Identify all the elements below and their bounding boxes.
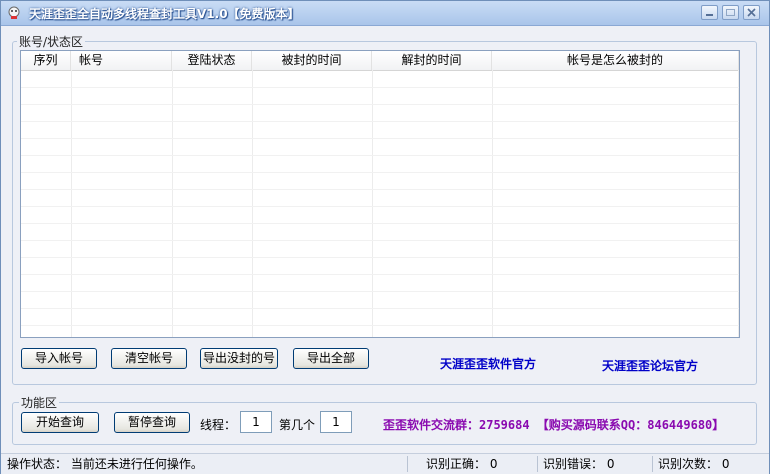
status-bar: 操作状态： 当前还未进行任何操作。 识别正确： 0 识别错误： 0 识别次数： …	[1, 453, 769, 474]
correct-count-label: 识别正确：	[426, 457, 487, 471]
account-list[interactable]: 序列 帐号 登陆状态 被封的时间 解封的时间 帐号是怎么被封的	[20, 50, 740, 338]
pause-query-button[interactable]: 暂停查询	[114, 412, 190, 433]
minimize-icon	[706, 14, 713, 16]
promo-text: 歪歪软件交流群：2759684 【购买源码联系QQ：846449680】	[383, 418, 725, 432]
grid-line	[21, 138, 739, 139]
error-count-value: 0	[606, 457, 615, 471]
grid-line	[21, 172, 739, 173]
account-group-title: 账号/状态区	[17, 33, 86, 50]
main-window: 天涯歪歪全自动多线程查封工具V1.0【免费版本】 账号/状态区 序列 帐号 登陆…	[0, 0, 770, 474]
account-list-header: 序列 帐号 登陆状态 被封的时间 解封的时间 帐号是怎么被封的	[21, 51, 739, 71]
nth-label: 第几个	[279, 418, 316, 432]
column-header-index[interactable]: 序列	[21, 51, 71, 70]
grid-line	[21, 308, 739, 309]
operation-status-label: 操作状态：	[7, 457, 68, 471]
grid-line	[21, 325, 739, 326]
official-forum-link[interactable]: 天涯歪歪论坛官方	[602, 357, 698, 374]
grid-line	[252, 70, 253, 337]
error-count-label: 识别错误：	[543, 457, 604, 471]
grid-line	[21, 240, 739, 241]
threads-input[interactable]: 1	[240, 411, 272, 433]
grid-line	[21, 189, 739, 190]
grid-line	[21, 274, 739, 275]
column-header-login-status[interactable]: 登陆状态	[172, 51, 252, 70]
operation-status: 操作状态： 当前还未进行任何操作。	[3, 456, 408, 472]
grid-line	[21, 291, 739, 292]
grid-line	[21, 155, 739, 156]
column-header-banned-time[interactable]: 被封的时间	[252, 51, 372, 70]
grid-line	[21, 104, 739, 105]
function-group-title: 功能区	[19, 394, 60, 411]
correct-count-value: 0	[489, 457, 498, 471]
grid-line	[738, 70, 739, 337]
title-bar[interactable]: 天涯歪歪全自动多线程查封工具V1.0【免费版本】	[1, 1, 769, 26]
import-accounts-button[interactable]: 导入帐号	[21, 348, 97, 369]
error-count: 识别错误： 0	[539, 456, 653, 472]
window-title: 天涯歪歪全自动多线程查封工具V1.0【免费版本】	[29, 7, 300, 21]
threads-label: 线程：	[200, 418, 237, 432]
maximize-button[interactable]	[722, 5, 739, 20]
nth-input[interactable]: 1	[320, 411, 352, 433]
grid-line	[21, 257, 739, 258]
official-software-link[interactable]: 天涯歪歪软件官方	[440, 355, 536, 372]
grid-line	[21, 121, 739, 122]
grid-line	[172, 70, 173, 337]
close-button[interactable]	[743, 5, 760, 20]
recognition-count: 识别次数： 0	[654, 456, 767, 472]
grid-line	[21, 223, 739, 224]
close-icon	[747, 8, 756, 17]
grid-line	[71, 70, 72, 337]
grid-line	[21, 87, 739, 88]
grid-line	[372, 70, 373, 337]
recognition-count-label: 识别次数：	[658, 457, 719, 471]
column-header-account[interactable]: 帐号	[71, 51, 172, 70]
app-icon	[8, 6, 20, 19]
recognition-count-value: 0	[721, 457, 730, 471]
operation-status-text: 当前还未进行任何操作。	[70, 457, 203, 471]
column-header-ban-reason[interactable]: 帐号是怎么被封的	[492, 51, 739, 70]
maximize-icon	[726, 9, 735, 16]
column-header-unban-time[interactable]: 解封的时间	[372, 51, 492, 70]
grid-line	[21, 206, 739, 207]
start-query-button[interactable]: 开始查询	[21, 412, 99, 433]
correct-count: 识别正确： 0	[422, 456, 538, 472]
export-all-button[interactable]: 导出全部	[293, 348, 369, 369]
grid-line	[492, 70, 493, 337]
clear-accounts-button[interactable]: 清空帐号	[111, 348, 187, 369]
minimize-button[interactable]	[701, 5, 718, 20]
export-unbanned-button[interactable]: 导出没封的号	[200, 348, 278, 369]
